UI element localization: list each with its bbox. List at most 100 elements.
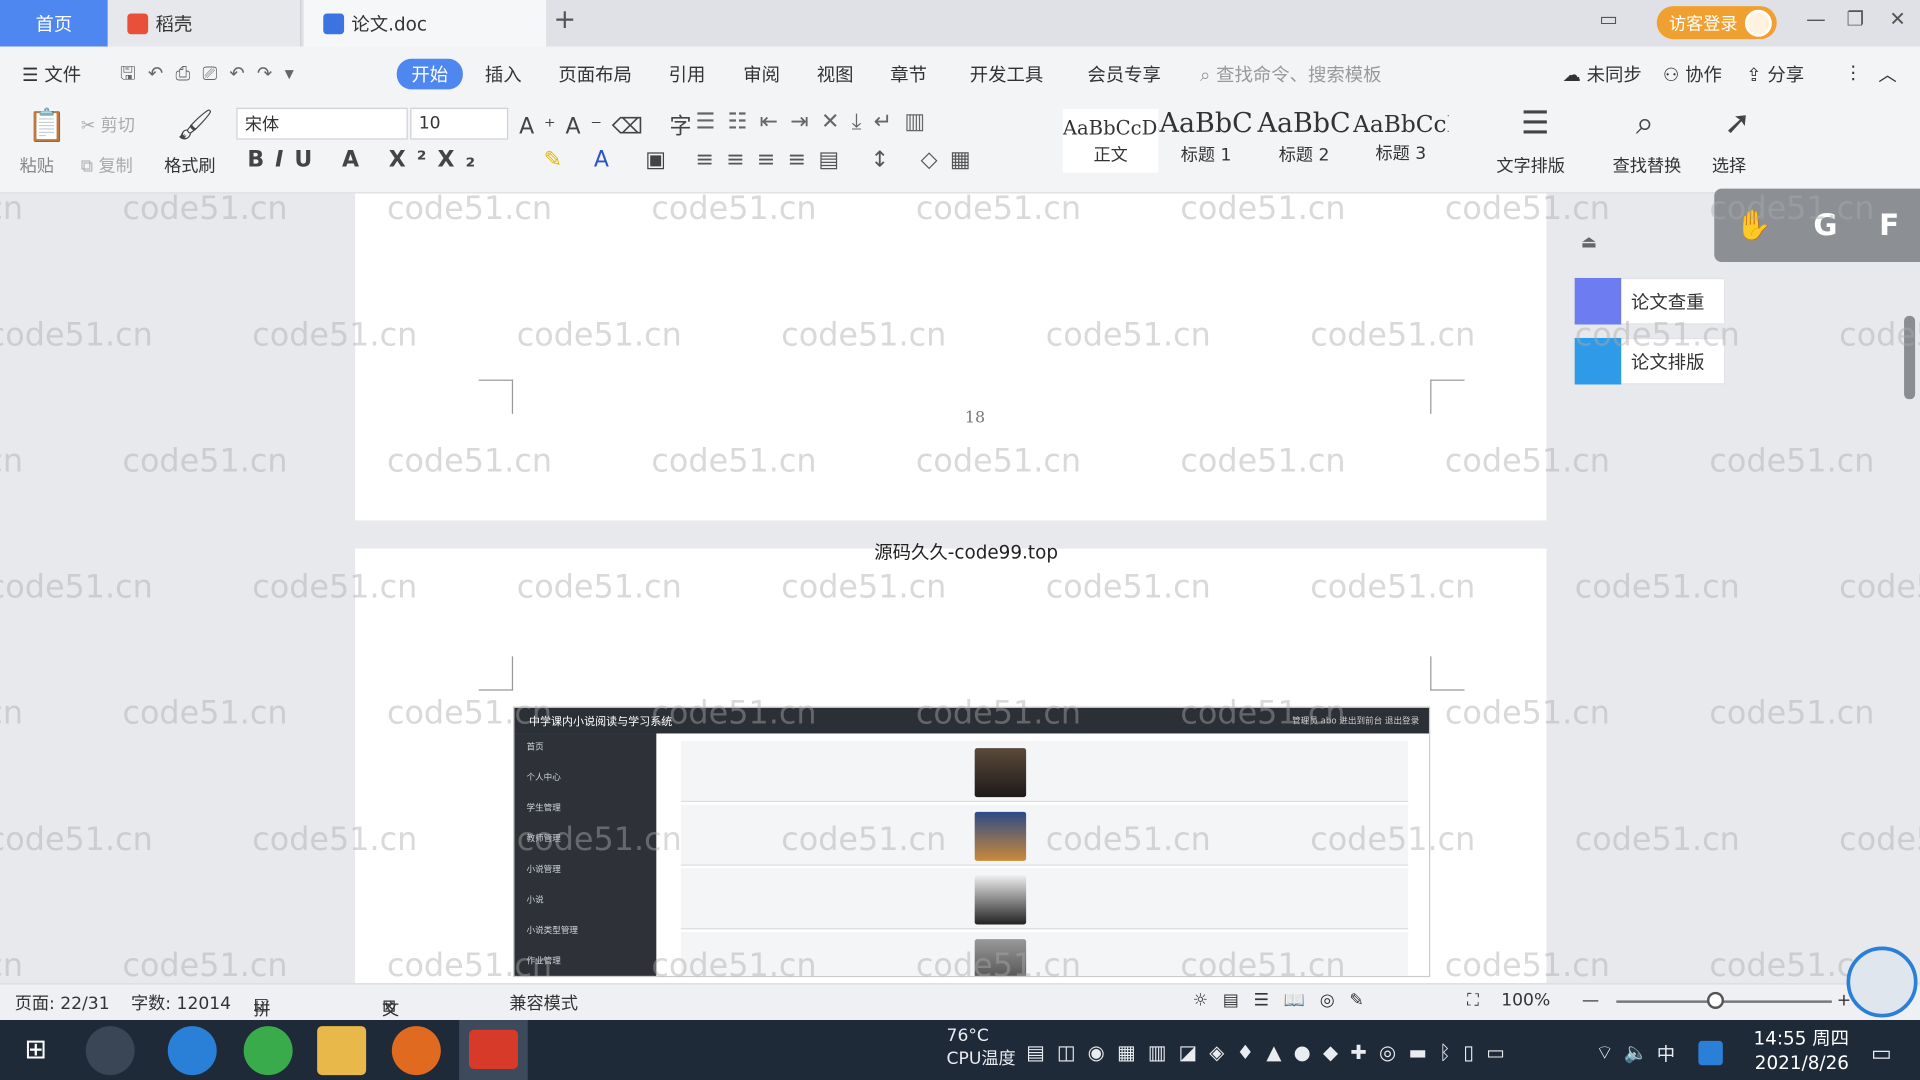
fit-page-icon[interactable]: ⛶ xyxy=(1467,991,1479,1011)
zoom-out-icon[interactable]: — xyxy=(1582,991,1599,1011)
font-size-select[interactable]: 10 xyxy=(410,107,509,140)
layout-icon[interactable]: ▭ xyxy=(1599,7,1618,30)
compat-mode: 兼容模式 xyxy=(509,994,578,1014)
word-count[interactable]: 字数: 12014 xyxy=(131,991,231,1015)
tab-chapter[interactable]: 章节 xyxy=(890,61,927,87)
clock[interactable]: 14:55 周四 2021/8/26 xyxy=(1739,1026,1849,1075)
paste-icon[interactable]: 📋 xyxy=(27,108,67,145)
search-icon: ⌕ xyxy=(1200,63,1211,86)
zoom-slider-handle[interactable] xyxy=(1706,991,1725,1009)
windows-start-icon[interactable]: ⊞ xyxy=(24,1035,47,1066)
paper-check-button[interactable]: 论文查重 xyxy=(1573,277,1726,325)
style-heading-2[interactable]: AaBbC 标题 2 xyxy=(1256,109,1352,173)
search-command-input[interactable]: ⌕ 查找命令、搜索模板 xyxy=(1200,61,1381,87)
font-grow-shrink-icons[interactable]: A⁺A⁻⌫ 字 xyxy=(519,109,701,141)
network-volume-icons[interactable]: ⌔🔈 xyxy=(1596,1041,1658,1065)
wps-taskbar-button[interactable] xyxy=(459,1020,528,1080)
copy-icon: ⧉ xyxy=(80,156,94,177)
word-doc-icon xyxy=(323,12,345,34)
guest-login-button[interactable]: 访客登录 xyxy=(1656,6,1777,40)
file-explorer-icon[interactable] xyxy=(317,1026,367,1076)
system-tray-icons[interactable]: ▤◫◉▦▥◪◈♦▲●◆✚◎▬ᛒ▯▭ xyxy=(1026,1041,1517,1064)
cursor-icon[interactable]: ➚ xyxy=(1724,105,1751,142)
collapse-ribbon-icon[interactable]: ︿ xyxy=(1878,61,1896,87)
shot-menu-item: 首页 xyxy=(526,742,544,752)
more-icon[interactable]: ⋮ xyxy=(1844,61,1862,83)
ime-indicator[interactable]: 中 xyxy=(1657,1041,1675,1067)
font-style-buttons[interactable]: BIU A X²X₂ xyxy=(247,147,486,173)
avatar xyxy=(1744,9,1772,37)
font-color-icon[interactable]: A xyxy=(594,147,609,173)
align-buttons[interactable]: ≡≡≡≡▤ ↕ ◇▦ xyxy=(696,147,983,173)
magnifier-icon[interactable]: ⌕ xyxy=(1636,105,1654,143)
collab-label: 协作 xyxy=(1685,63,1722,86)
style-h2-sample: AaBbC xyxy=(1257,108,1351,140)
cut-button[interactable]: ✂ 剪切 xyxy=(81,113,135,137)
select-button[interactable]: 选择 xyxy=(1712,153,1746,177)
paper-layout-button[interactable]: 论文排版 xyxy=(1573,337,1726,385)
embedded-screenshot-image[interactable]: 中学课内小说阅读与学习系统 管理员 abo 进出到前台 退出登录 首页 个人中心… xyxy=(513,706,1431,978)
tab-home[interactable]: 首页 xyxy=(0,0,108,47)
user-icon: ⚇ xyxy=(1662,63,1680,86)
tab-daoke[interactable]: 稻壳 xyxy=(107,0,302,47)
shot-table-row xyxy=(680,740,1409,803)
qq-icon[interactable] xyxy=(1698,1040,1723,1066)
style-h1-label: 标题 1 xyxy=(1180,145,1232,166)
crop-mark xyxy=(478,656,514,691)
tab-member[interactable]: 会员专享 xyxy=(1087,61,1160,87)
time: 14:55 周四 xyxy=(1753,1027,1849,1050)
share-button[interactable]: ⇪ 分享 xyxy=(1746,61,1804,87)
close-icon[interactable]: ✕ xyxy=(1889,7,1905,30)
app-fan-icon[interactable] xyxy=(85,1026,135,1076)
book-cover-image xyxy=(974,875,1027,925)
restore-icon[interactable]: ❐ xyxy=(1847,7,1865,30)
paste-button[interactable]: 粘贴 xyxy=(20,153,54,177)
document-page-18 xyxy=(355,193,1547,521)
browser-360-icon[interactable] xyxy=(243,1026,293,1076)
tab-insert[interactable]: 插入 xyxy=(485,61,522,87)
quick-access-toolbar[interactable]: 🖫↶⎙⎚↶↷▾ xyxy=(120,61,306,92)
tab-developer[interactable]: 开发工具 xyxy=(970,61,1043,87)
zoom-level[interactable]: 100% xyxy=(1501,991,1550,1011)
tab-references[interactable]: 引用 xyxy=(669,61,706,87)
tab-document[interactable]: 论文.doc xyxy=(303,0,547,47)
page-indicator[interactable]: 页面: 22/31 xyxy=(15,991,110,1015)
text-layout-button[interactable]: 文字排版 xyxy=(1496,153,1565,177)
view-mode-icons[interactable]: ☼▤☰📖◎✎ xyxy=(1193,991,1379,1011)
tab-daoke-label: 稻壳 xyxy=(155,12,193,35)
floating-toolbar[interactable]: ✋ G F xyxy=(1714,188,1920,263)
app-orange-icon[interactable] xyxy=(391,1026,441,1076)
style-heading-3[interactable]: AaBbCcI 标题 3 xyxy=(1353,109,1449,173)
minimize-icon[interactable]: — xyxy=(1806,7,1826,30)
highlight-icon[interactable]: ✎ xyxy=(544,147,562,173)
style-normal[interactable]: AaBbCcDd 正文 xyxy=(1062,108,1159,173)
style-h2-label: 标题 2 xyxy=(1278,145,1330,166)
font-family-select[interactable]: 宋体 xyxy=(236,107,408,140)
char-border-icon[interactable]: ▣ xyxy=(645,147,666,173)
share-label: 分享 xyxy=(1767,63,1805,86)
tab-page-layout[interactable]: 页面布局 xyxy=(558,61,631,87)
new-tab-button[interactable]: + xyxy=(553,5,576,36)
list-indent-icons[interactable]: ☰☷⇤⇥✕⤓↵▥ xyxy=(696,109,938,135)
ie-browser-icon[interactable] xyxy=(167,1026,217,1076)
copy-button[interactable]: ⧉ 复制 xyxy=(81,153,133,177)
find-replace-button[interactable]: 查找替换 xyxy=(1613,153,1682,177)
file-menu[interactable]: ☰ 文件 xyxy=(22,61,81,87)
file-menu-label: 文件 xyxy=(44,63,82,86)
style-heading-1[interactable]: AaBbC 标题 1 xyxy=(1158,109,1254,173)
sync-button[interactable]: ☁ 未同步 xyxy=(1562,61,1641,87)
tab-view[interactable]: 视图 xyxy=(817,61,854,87)
tab-review[interactable]: 审阅 xyxy=(743,61,780,87)
crop-mark xyxy=(1430,379,1465,414)
format-painter-button[interactable]: 格式刷 xyxy=(164,153,215,177)
paper-check-label: 论文查重 xyxy=(1631,290,1705,313)
assistant-avatar[interactable] xyxy=(1846,946,1918,1018)
tab-start[interactable]: 开始 xyxy=(396,58,463,90)
collapse-panel-icon[interactable]: ⏏ xyxy=(1581,233,1597,253)
notification-icon[interactable]: ▭ xyxy=(1871,1041,1892,1067)
collab-button[interactable]: ⚇ 协作 xyxy=(1663,61,1722,87)
scrollbar-thumb[interactable] xyxy=(1904,315,1916,400)
format-painter-icon[interactable]: 🖌 xyxy=(176,108,213,142)
text-layout-icon[interactable]: ☰ xyxy=(1521,105,1550,142)
shot-menu-item: 教师管理 xyxy=(526,833,561,844)
